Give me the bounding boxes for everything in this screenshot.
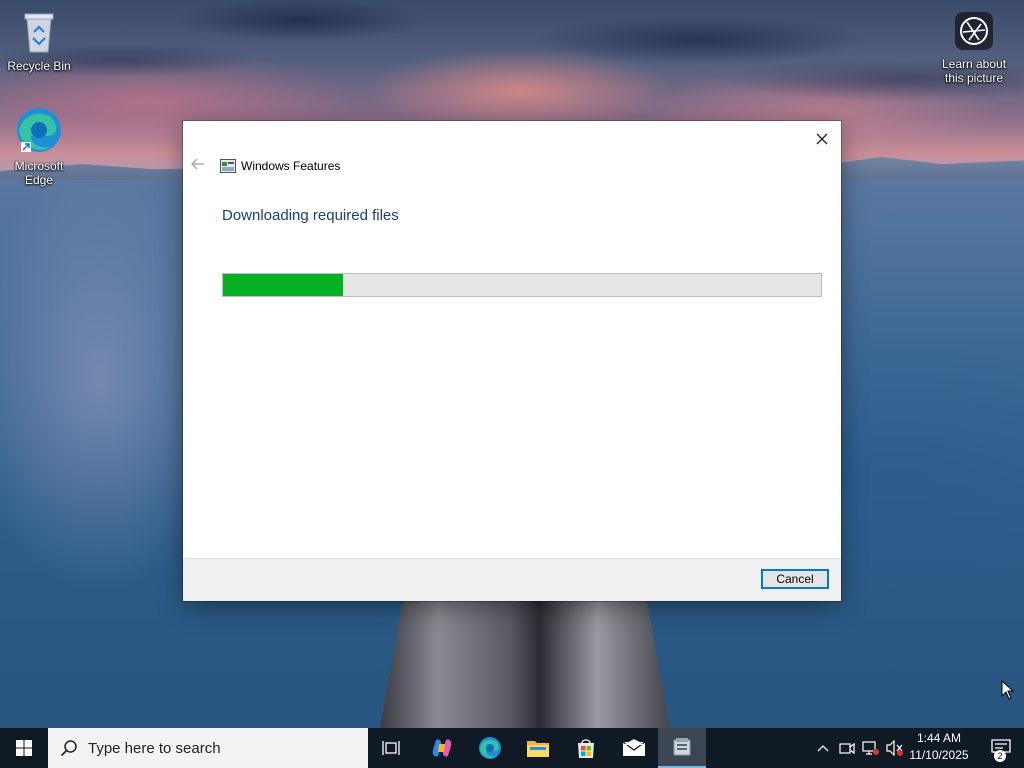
taskbar: Type here to search 1:44 AM 11/10/2025 2: [0, 728, 1024, 768]
action-center-button[interactable]: [978, 728, 1024, 768]
edge-icon: [479, 737, 501, 759]
store-button[interactable]: [562, 728, 610, 768]
edge-taskbar-button[interactable]: [466, 728, 514, 768]
back-button[interactable]: [191, 157, 205, 173]
copilot-icon: [432, 739, 452, 757]
windows-features-icon: [220, 158, 236, 174]
arrow-left-icon: [191, 158, 204, 170]
clock[interactable]: 1:44 AM 11/10/2025: [902, 730, 976, 764]
cancel-button[interactable]: Cancel: [761, 569, 829, 589]
recycle-bin-icon: [1, 8, 77, 57]
mail-icon: [622, 739, 646, 756]
edge-icon: [1, 106, 77, 157]
network-icon: [862, 741, 879, 755]
notification-count-badge: 2: [994, 750, 1006, 762]
desktop-icon-recycle-bin[interactable]: Recycle Bin: [1, 8, 77, 73]
desktop-icon-label: Recycle Bin: [7, 59, 71, 73]
desktop-icon-label: Microsoft Edge: [14, 159, 64, 187]
chevron-up-icon: [817, 745, 829, 752]
close-button[interactable]: [807, 125, 837, 153]
network-button[interactable]: [860, 728, 882, 768]
windows-features-taskbar-button[interactable]: [658, 728, 706, 768]
file-explorer-button[interactable]: [514, 728, 562, 768]
page-title: Downloading required files: [222, 207, 399, 224]
desktop-icon-edge[interactable]: Microsoft Edge: [1, 106, 77, 187]
close-icon: [816, 133, 828, 145]
start-button[interactable]: [0, 728, 48, 768]
search-placeholder: Type here to search: [88, 739, 221, 757]
clock-date: 11/10/2025: [909, 748, 969, 762]
desktop-icon-label: Learn about this picture: [941, 57, 1007, 85]
clock-time: 1:44 AM: [916, 731, 962, 745]
mail-button[interactable]: [610, 728, 658, 768]
windows-features-icon: [673, 738, 691, 756]
task-view-button[interactable]: [368, 728, 416, 768]
search-box[interactable]: Type here to search: [48, 728, 368, 768]
search-icon: [60, 740, 77, 757]
camera-tray-icon: [839, 742, 855, 755]
wallpaper-pier: [380, 600, 670, 728]
task-view-icon: [382, 741, 400, 755]
windows-features-dialog: Windows Features Downloading required fi…: [183, 121, 841, 601]
progress-fill: [223, 274, 343, 296]
download-progress-bar: [222, 273, 822, 297]
meet-now-button[interactable]: [836, 728, 858, 768]
camera-icon: [936, 10, 1012, 55]
show-hidden-icons-button[interactable]: [812, 728, 834, 768]
windows-logo-icon: [16, 740, 32, 756]
mouse-cursor: [1001, 679, 1015, 705]
dialog-footer: Cancel: [183, 558, 841, 601]
app-title: Windows Features: [241, 159, 341, 173]
store-icon: [578, 739, 594, 758]
file-explorer-icon: [527, 741, 549, 757]
copilot-button[interactable]: [418, 728, 466, 768]
desktop-icon-learn-about-picture[interactable]: Learn about this picture: [936, 10, 1012, 85]
